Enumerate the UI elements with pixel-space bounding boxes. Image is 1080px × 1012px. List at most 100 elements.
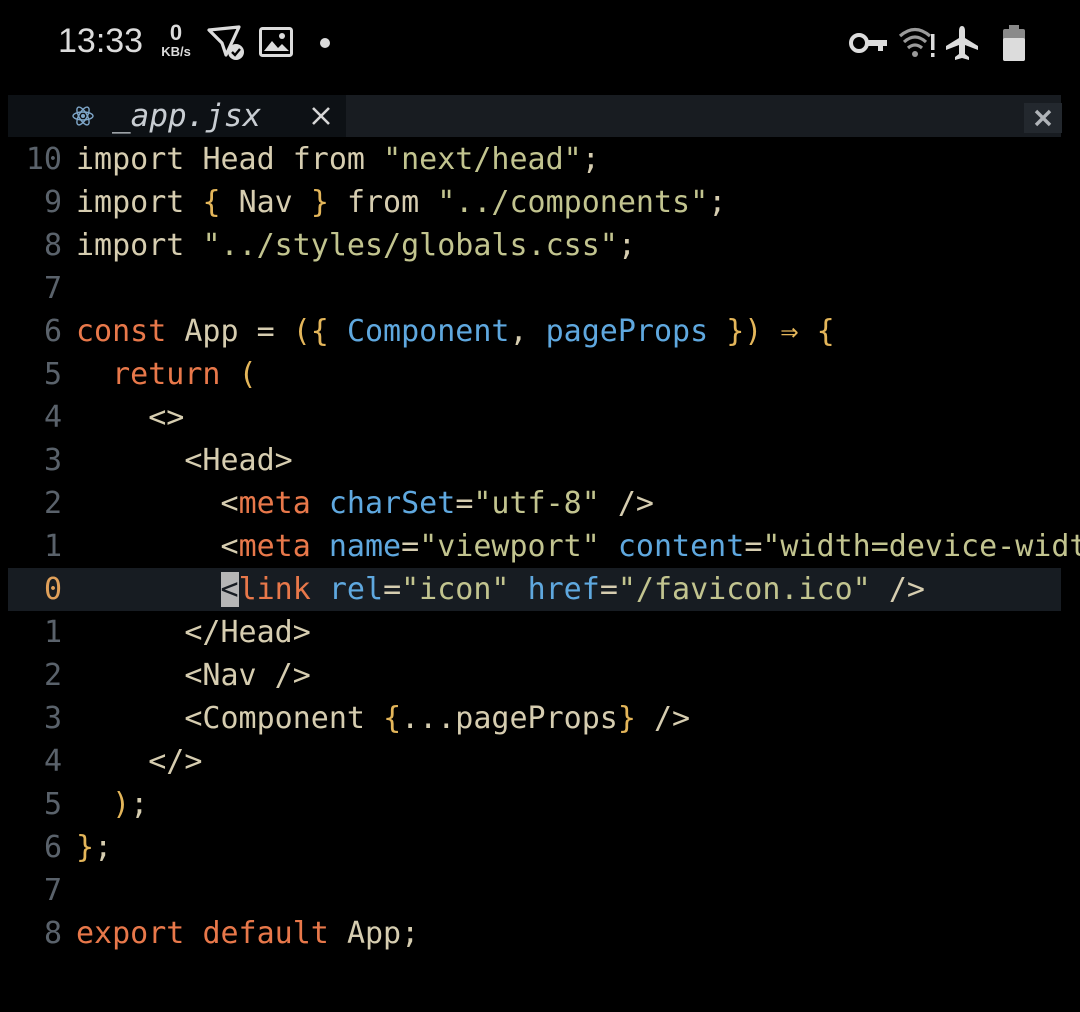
line-number: 5 [43,357,62,392]
code-text: <Head> [76,439,292,482]
code-token: meta [238,529,329,564]
code-token: "viewport" [419,529,618,564]
code-token: Head [202,142,293,177]
code-token: "/favicon.ico" [617,572,889,607]
code-line[interactable]: 2 <Nav /> [8,654,1061,697]
code-line[interactable]: 6}; [8,826,1061,869]
line-number: 1 [43,615,62,650]
code-token: } [617,701,654,736]
code-text: return ( [76,353,257,396]
code-token: /> [617,486,654,521]
code-token: return [112,357,239,392]
code-token: ; [708,185,727,220]
code-token: </> [148,744,203,779]
code-line[interactable]: 7 [8,267,1061,310]
code-token: = [744,529,763,564]
close-all-button[interactable] [1024,103,1062,133]
code-token: rel [328,572,384,607]
code-line[interactable]: 6 const App = ({ Component, pageProps }) … [8,310,1061,353]
wifi-no-internet-icon [898,27,935,57]
code-line[interactable]: 5 ); [8,783,1061,826]
code-token: = [256,314,293,349]
code-token: = [599,572,618,607]
code-token: = [455,486,474,521]
line-number: 7 [43,873,62,908]
code-token: "../components" [437,185,709,220]
code-text: <> [76,396,184,439]
network-speed: 0 KB/s [156,22,196,60]
code-text: ); [76,783,148,826]
line-number: 8 [43,916,62,951]
code-line[interactable]: 5 return ( [8,353,1061,396]
code-line[interactable]: 4 </> [8,740,1061,783]
code-text: export default App; [76,912,419,955]
tab-app-jsx[interactable]: _app.jsx [8,95,346,137]
code-token: import [76,142,203,177]
code-token: { [816,314,835,349]
code-text: import { Nav } from "../components"; [76,181,726,224]
network-speed-unit: KB/s [161,44,191,59]
tab-bar: _app.jsx [8,95,1062,137]
code-token: "next/head" [383,142,582,177]
code-token: <Component [184,701,384,736]
code-line[interactable]: 4 <> [8,396,1061,439]
code-token: pageProps [545,314,727,349]
code-token: "width=device-width, [762,529,1080,564]
code-token: Component [346,314,510,349]
code-token: ; [581,142,600,177]
code-line[interactable]: 7 [8,869,1061,912]
line-number: 3 [43,443,62,478]
code-text: <meta name="viewport" content="width=dev… [76,525,1080,568]
code-line[interactable]: 1 <meta name="viewport" content="width=d… [8,525,1080,568]
text-cursor: < [220,572,239,607]
line-number: 7 [43,271,62,306]
code-line-current[interactable]: 0 <link rel="icon" href="/favicon.ico" /… [8,568,1061,611]
code-token: const [76,314,185,349]
code-token: ( [238,357,257,392]
code-token: ; [130,787,149,822]
code-token: ; [617,228,636,263]
code-token: name [328,529,402,564]
code-line[interactable]: 1 </Head> [8,611,1061,654]
code-line[interactable]: 10 import Head from "next/head"; [8,138,1061,181]
code-line[interactable]: 9 import { Nav } from "../components"; [8,181,1061,224]
code-token: ({ [292,314,347,349]
code-token: Nav [238,185,311,220]
code-token: = [401,529,420,564]
tab-close-icon[interactable] [308,103,334,129]
code-editor[interactable]: 10 import Head from "next/head"; 9 import {… [8,138,1080,955]
code-token: App [184,314,257,349]
code-text: <meta charSet="utf-8" /> [76,482,655,525]
code-token: <Nav /> [184,658,311,693]
code-token: export [76,916,203,951]
code-line[interactable]: 3 <Component {...pageProps} /> [8,697,1061,740]
code-token: meta [238,486,329,521]
code-line[interactable]: 8 export default App; [8,912,1061,955]
line-number: 0 [43,572,62,607]
code-token: charSet [328,486,456,521]
code-line[interactable]: 3 <Head> [8,439,1061,482]
code-text: <link rel="icon" href="/favicon.ico" /> [76,568,925,611]
code-text: import "../styles/globals.css"; [76,224,636,267]
code-text: <Nav /> [76,654,311,697]
line-number: 6 [43,830,62,865]
code-text: }; [76,826,112,869]
image-icon [259,27,293,57]
code-line[interactable]: 2 <meta charSet="utf-8" /> [8,482,1061,525]
tab-label: _app.jsx [112,98,262,134]
code-token: { [202,185,239,220]
battery-icon [1003,25,1025,61]
line-number: 9 [43,185,62,220]
send-silent-icon [207,25,244,60]
code-token: ; [401,916,420,951]
code-token: < [220,529,239,564]
code-token: }) [726,314,781,349]
code-line[interactable]: 8 import "../styles/globals.css"; [8,224,1061,267]
